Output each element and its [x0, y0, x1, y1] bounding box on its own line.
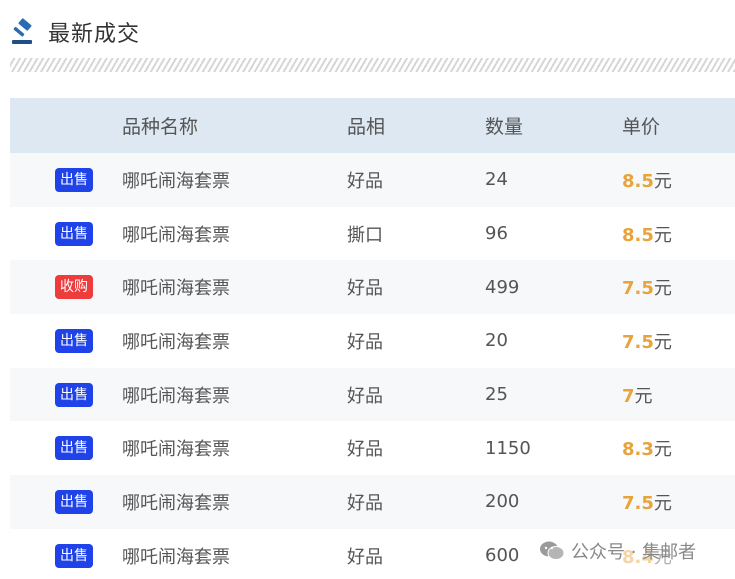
trade-type-badge: 出售	[55, 489, 93, 514]
price-cell: 8.5元	[622, 167, 735, 193]
price-value: 7.5	[622, 278, 654, 300]
trade-type-badge: 出售	[55, 382, 93, 407]
item-name: 哪吒闹海套票	[122, 278, 230, 300]
item-condition: 好品	[347, 492, 383, 514]
price-cell: 8.3元	[622, 435, 735, 461]
item-condition: 好品	[347, 331, 383, 353]
table-row[interactable]: 出售 哪吒闹海套票 好品 25 7元	[10, 367, 735, 422]
item-quantity: 24	[485, 169, 508, 191]
price-value: 7	[622, 385, 635, 407]
trade-type-badge: 收购	[55, 275, 93, 300]
price-cell: 7.5元	[622, 328, 735, 354]
item-quantity: 25	[485, 384, 508, 406]
item-condition: 撕口	[347, 224, 383, 246]
watermark-text: 公众号 · 集邮者	[571, 542, 697, 563]
price-value: 8.5	[622, 224, 654, 246]
item-name: 哪吒闹海套票	[122, 170, 230, 192]
item-condition: 好品	[347, 170, 383, 192]
type-cell: 出售	[10, 221, 122, 246]
item-name: 哪吒闹海套票	[122, 331, 230, 353]
price-unit: 元	[634, 385, 653, 407]
gavel-icon	[10, 18, 38, 46]
trade-type-badge: 出售	[55, 221, 93, 246]
type-cell: 出售	[10, 436, 122, 461]
price-unit: 元	[653, 439, 672, 461]
table-body: 出售 哪吒闹海套票 好品 24 8.5元 出售 哪吒闹海套票 撕口 96 8.5…	[10, 153, 735, 579]
item-quantity: 96	[485, 223, 508, 245]
price-cell: 8.5元	[622, 221, 735, 247]
table-row[interactable]: 出售 哪吒闹海套票 好品 1150 8.3元	[10, 421, 735, 475]
item-quantity: 200	[485, 491, 520, 513]
item-condition: 好品	[347, 385, 383, 407]
price-value: 7.5	[622, 331, 654, 353]
item-condition: 好品	[347, 546, 383, 568]
type-cell: 出售	[10, 489, 122, 514]
price-unit: 元	[653, 278, 672, 300]
price-unit: 元	[653, 170, 672, 192]
item-name: 哪吒闹海套票	[122, 385, 230, 407]
item-name: 哪吒闹海套票	[122, 439, 230, 461]
trade-type-badge: 出售	[55, 328, 93, 353]
trade-type-badge: 出售	[55, 167, 93, 192]
item-quantity: 499	[485, 276, 520, 298]
price-cell: 7.5元	[622, 274, 735, 300]
trade-type-badge: 出售	[55, 543, 93, 568]
page-title: 最新成交	[48, 22, 141, 47]
item-quantity: 1150	[485, 437, 531, 459]
item-condition: 好品	[347, 439, 383, 461]
type-cell: 出售	[10, 328, 122, 353]
item-name: 哪吒闹海套票	[122, 492, 230, 514]
price-value: 7.5	[622, 492, 654, 514]
type-cell: 收购	[10, 275, 122, 300]
item-name: 哪吒闹海套票	[122, 224, 230, 246]
item-name: 哪吒闹海套票	[122, 546, 230, 568]
watermark: 公众号 · 集邮者	[535, 536, 701, 566]
trade-type-badge: 出售	[55, 436, 93, 461]
table-header: 品种名称 品相 数量 单价	[10, 98, 735, 153]
trades-table: 品种名称 品相 数量 单价 出售 哪吒闹海套票 好品 24 8.5元 出售 哪吒…	[10, 98, 735, 579]
price-cell: 7元	[622, 382, 735, 408]
wechat-icon	[539, 540, 565, 562]
table-row[interactable]: 出售 哪吒闹海套票 好品 20 7.5元	[10, 314, 735, 368]
table-row[interactable]: 出售 哪吒闹海套票 好品 24 8.5元	[10, 153, 735, 207]
header-name: 品种名称	[122, 116, 199, 138]
item-quantity: 20	[485, 330, 508, 352]
table-row[interactable]: 收购 哪吒闹海套票 好品 499 7.5元	[10, 260, 735, 315]
header-price: 单价	[622, 116, 661, 138]
table-row[interactable]: 出售 哪吒闹海套票 撕口 96 8.5元	[10, 207, 735, 261]
header-condition: 品相	[347, 116, 386, 138]
price-unit: 元	[653, 492, 672, 514]
header-quantity: 数量	[485, 116, 524, 138]
hatch-divider	[10, 58, 735, 72]
type-cell: 出售	[10, 543, 122, 568]
type-cell: 出售	[10, 167, 122, 192]
price-cell: 7.5元	[622, 489, 735, 515]
price-value: 8.3	[622, 439, 654, 461]
price-unit: 元	[653, 331, 672, 353]
section-header: 最新成交	[10, 14, 140, 50]
price-value: 8.5	[622, 170, 654, 192]
type-cell: 出售	[10, 382, 122, 407]
price-unit: 元	[653, 224, 672, 246]
table-row[interactable]: 出售 哪吒闹海套票 好品 200 7.5元	[10, 475, 735, 529]
item-condition: 好品	[347, 278, 383, 300]
